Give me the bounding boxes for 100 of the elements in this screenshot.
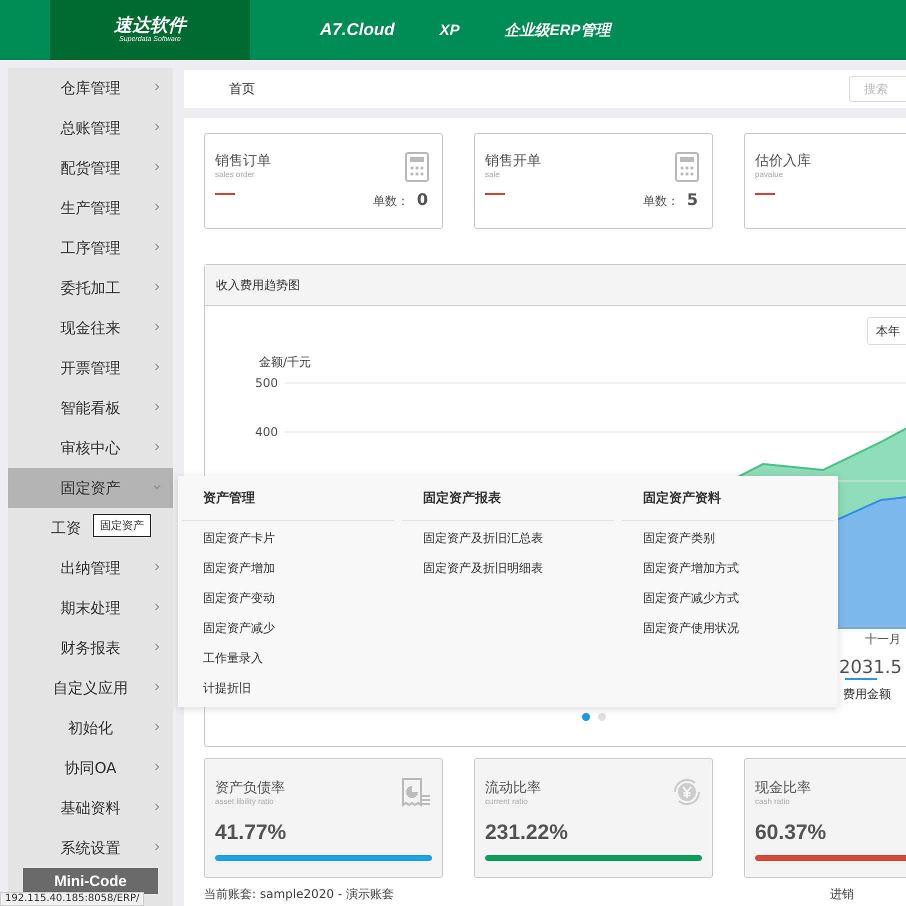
receipt-chart-icon	[400, 777, 432, 809]
nav-link[interactable]: XP	[440, 22, 460, 38]
sidebar-item[interactable]: 仓库管理	[60, 78, 120, 98]
chevron-right-icon	[153, 723, 161, 731]
calculator-icon	[405, 152, 429, 182]
card-title: 销售订单	[215, 152, 271, 170]
axis-label: 金额/千元	[259, 354, 312, 371]
menu-item[interactable]: 固定资产及折旧明细表	[398, 553, 618, 583]
menu-item[interactable]: 固定资产增加方式	[618, 553, 838, 583]
sidebar-item[interactable]: 开票管理	[60, 358, 120, 378]
chevron-right-icon	[153, 323, 161, 331]
footer-text: 进销	[830, 886, 854, 903]
menu-item[interactable]: 固定资产增加	[178, 553, 398, 583]
home-tab[interactable]: 首页	[229, 80, 255, 98]
nav-link[interactable]: 企业级ERP管理	[504, 20, 610, 40]
yen-exchange-icon	[672, 777, 702, 807]
menu-item[interactable]: 固定资产减少	[178, 613, 398, 643]
panel-title: 收入费用趋势图	[216, 276, 300, 294]
chevron-right-icon	[153, 163, 161, 171]
chevron-right-icon	[153, 203, 161, 211]
chevron-right-icon	[153, 643, 161, 651]
card-subtitle: pavalue	[755, 170, 784, 180]
count-value: 5	[686, 190, 698, 209]
sidebar-item[interactable]: 财务报表	[60, 638, 120, 658]
dash-mark	[215, 193, 235, 195]
legend-underline	[845, 678, 877, 680]
menu-heading: 固定资产资料	[622, 476, 834, 521]
legend-label: 费用金额	[843, 687, 891, 701]
chevron-right-icon	[153, 763, 161, 771]
sidebar-item[interactable]: 审核中心	[60, 438, 120, 458]
chevron-right-icon	[153, 803, 161, 811]
menu-item[interactable]: 工作量录入	[178, 643, 398, 673]
card-subtitle: asset libility ratio	[215, 797, 274, 807]
chevron-right-icon	[153, 243, 161, 251]
sidebar-item[interactable]: 期末处理	[60, 598, 120, 618]
chevron-right-icon	[153, 443, 161, 451]
ratio-value: 60.37%	[755, 821, 828, 845]
card-subtitle: current ratio	[485, 797, 528, 807]
tick-label: 十一月	[865, 632, 901, 646]
sidebar-item[interactable]: 总账管理	[60, 118, 120, 138]
sidebar-item[interactable]: 基础资料	[60, 798, 120, 818]
card-title: 销售开单	[485, 152, 541, 170]
chevron-right-icon	[153, 403, 161, 411]
sidebar-item[interactable]: 现金往来	[60, 318, 120, 338]
menu-item[interactable]: 计提折旧	[178, 673, 398, 703]
menu-item[interactable]: 固定资产使用状况	[618, 613, 838, 643]
card-title: 估价入库	[755, 152, 811, 170]
sidebar-item[interactable]: 工序管理	[60, 238, 120, 258]
chevron-right-icon	[153, 83, 161, 91]
menu-item[interactable]: 固定资产卡片	[178, 523, 398, 553]
sidebar-item[interactable]: 委托加工	[60, 278, 120, 298]
tick-label: 400	[255, 425, 278, 439]
dash-mark	[485, 193, 505, 195]
sidebar-item[interactable]: 智能看板	[60, 398, 120, 418]
sidebar-item[interactable]: 自定义应用	[53, 678, 128, 698]
account-text: 当前账套: sample2020 - 演示账套	[204, 886, 394, 903]
menu-item[interactable]: 固定资产及折旧汇总表	[398, 523, 618, 553]
legend-value: 2031.5	[839, 657, 902, 678]
pager-dot[interactable]	[582, 713, 590, 721]
sidebar-item[interactable]: 生产管理	[60, 198, 120, 218]
nav-link[interactable]: A7.Cloud	[320, 20, 395, 40]
sidebar-item[interactable]: 工资	[51, 518, 81, 538]
chevron-right-icon	[153, 363, 161, 371]
sidebar-item[interactable]: 配货管理	[60, 158, 120, 178]
chevron-right-icon	[153, 603, 161, 611]
menu-item[interactable]: 固定资产变动	[178, 583, 398, 613]
sidebar-item[interactable]: 初始化	[68, 718, 113, 738]
dash-mark	[755, 193, 775, 195]
sidebar-item[interactable]: 协同OA	[64, 758, 116, 778]
sidebar-item[interactable]: 出纳管理	[60, 558, 120, 578]
card-subtitle: sales order	[215, 170, 255, 180]
status-url: 192.115.40.185:8058/ERP/	[0, 892, 144, 906]
calculator-icon	[675, 152, 699, 182]
count-label: 单数：	[642, 193, 679, 210]
period-select[interactable]: 本年	[867, 317, 906, 345]
card-subtitle: sale	[485, 170, 500, 180]
sidebar-item[interactable]: 固定资产	[8, 468, 173, 508]
ratio-value: 41.77%	[215, 821, 288, 845]
card-title: 资产负债率	[215, 779, 285, 797]
menu-tooltip: 固定资产	[93, 514, 151, 537]
ratio-value: 231.22%	[485, 821, 569, 845]
count-label: 单数：	[372, 193, 409, 210]
chevron-right-icon	[153, 683, 161, 691]
mini-code-button[interactable]: Mini-Code	[23, 868, 158, 894]
chevron-down-icon	[153, 483, 161, 491]
tick-label: 500	[255, 376, 278, 390]
chevron-right-icon	[153, 563, 161, 571]
count-value: 0	[416, 190, 428, 209]
chevron-right-icon	[153, 843, 161, 851]
pager-dot[interactable]	[598, 713, 606, 721]
menu-item[interactable]: 固定资产类别	[618, 523, 838, 553]
card-subtitle: cash ratio	[755, 797, 790, 807]
sidebar-item[interactable]: 系统设置	[60, 838, 120, 858]
card-title: 现金比率	[755, 779, 811, 797]
card-title: 流动比率	[485, 779, 541, 797]
menu-heading: 固定资产报表	[402, 476, 614, 521]
chevron-right-icon	[153, 123, 161, 131]
menu-item[interactable]: 固定资产减少方式	[618, 583, 838, 613]
menu-heading: 资产管理	[182, 476, 394, 521]
chevron-right-icon	[153, 283, 161, 291]
